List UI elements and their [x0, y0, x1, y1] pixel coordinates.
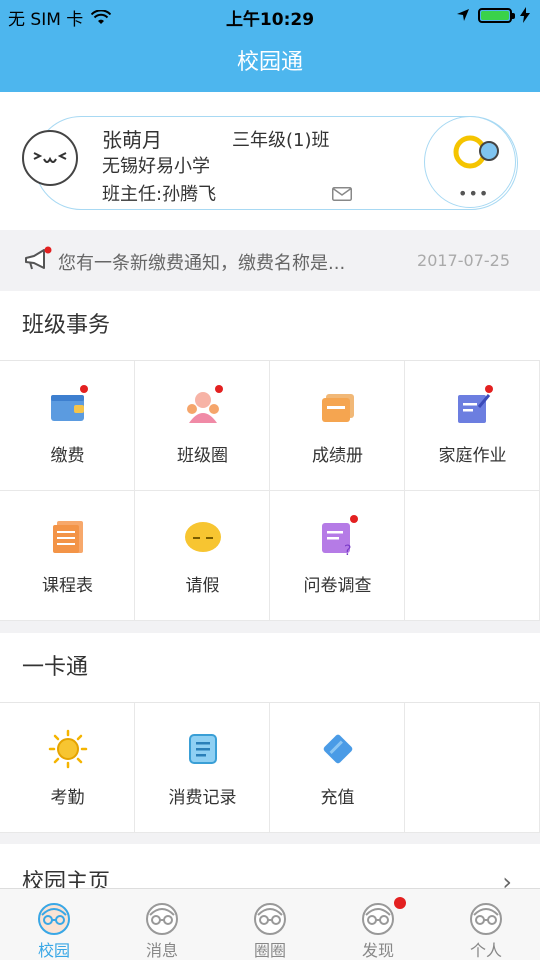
battery-fill: [481, 10, 509, 20]
smiley-face-icon-svg: [33, 152, 67, 163]
class-affairs-item-timetable[interactable]: 课程表: [0, 491, 135, 621]
class-circle-icon: [183, 387, 223, 427]
card-item-consumption-record[interactable]: 消费记录: [135, 703, 270, 833]
card-title: 一卡通: [0, 633, 540, 703]
tab-3[interactable]: 发现: [324, 889, 432, 960]
smiley-face-icon[interactable]: [22, 130, 78, 186]
tab-label: 发现: [361, 941, 394, 960]
card-item-label: 充值: [320, 788, 355, 808]
avatar-face-icon: [144, 901, 180, 937]
head-teacher: 班主任:孙腾飞: [102, 184, 217, 205]
card-section: 一卡通 考勤 消费记录 充值: [0, 633, 540, 833]
notice-date: 2017-07-25: [417, 251, 510, 270]
recharge-card-icon: [318, 729, 358, 769]
profile-card: 张萌月 三年级(1)班 无锡好易小学 班主任:孙腾飞 •••: [0, 92, 540, 230]
status-right: [456, 7, 530, 23]
battery-icon: [478, 7, 515, 23]
tab-bar: 校园 消息 圈圈 发现 个人: [0, 888, 540, 960]
notice-text: 您有一条新缴费通知，缴费名称是...: [58, 253, 346, 274]
student-name: 张萌月: [102, 128, 162, 152]
mail-icon[interactable]: [332, 187, 352, 201]
page-title: 校园通: [236, 50, 303, 75]
tab-label: 校园: [37, 941, 70, 960]
tab-1[interactable]: 消息: [108, 889, 216, 960]
empty-cell: [405, 703, 540, 833]
new-badge: [350, 515, 358, 523]
new-badge: [394, 897, 406, 909]
status-bar: 无 SIM 卡 上午10:29: [0, 0, 540, 30]
svg-text:?: ?: [344, 543, 351, 557]
tab-2[interactable]: 圈圈: [216, 889, 324, 960]
avatar-face-icon: [252, 901, 288, 937]
card-item-attendance-sun[interactable]: 考勤: [0, 703, 135, 833]
leave-icon: [183, 517, 223, 557]
empty-cell: [405, 491, 540, 621]
tab-4[interactable]: 个人: [432, 889, 540, 960]
campus-homepage-row[interactable]: 校园主页 ›: [0, 844, 540, 896]
new-badge: [485, 385, 493, 393]
class-affairs-item-gradebook[interactable]: 成绩册: [270, 361, 405, 491]
avatar-face-icon: [360, 901, 396, 937]
card-grid: 考勤 消费记录 充值: [0, 703, 540, 833]
class-affairs-item-label: 请假: [185, 576, 220, 596]
tab-label: 个人: [469, 941, 502, 960]
class-affairs-item-label: 问卷调查: [303, 576, 372, 596]
school-name: 无锡好易小学: [102, 156, 210, 177]
survey-icon: ?: [318, 517, 358, 559]
attendance-sun-icon: [48, 729, 88, 769]
class-affairs-item-class-circle[interactable]: 班级圈: [135, 361, 270, 491]
location-arrow-icon: [457, 9, 469, 21]
class-affairs-item-label: 课程表: [42, 576, 93, 596]
student-class: 三年级(1)班: [232, 130, 330, 151]
card-item-label: 考勤: [50, 788, 85, 808]
new-badge: [215, 385, 223, 393]
homework-icon: [453, 387, 493, 427]
class-affairs-item-leave[interactable]: 请假: [135, 491, 270, 621]
avatar-face-icon: [36, 901, 72, 937]
class-affairs-item-survey[interactable]: ? 问卷调查: [270, 491, 405, 621]
tab-label: 圈圈: [253, 941, 286, 960]
top-bar: 无 SIM 卡 上午10:29 校园通: [0, 0, 540, 92]
megaphone-icon: [25, 246, 52, 270]
class-affairs-item-label: 成绩册: [312, 446, 363, 466]
card-item-label: 消费记录: [168, 788, 237, 808]
notice-bar[interactable]: 您有一条新缴费通知，缴费名称是... 2017-07-25: [0, 231, 540, 289]
card-item-recharge-card[interactable]: 充值: [270, 703, 405, 833]
class-affairs-section: 班级事务 缴费 班级圈 成绩册 家庭作业 课程表 请假? 问卷调查: [0, 291, 540, 621]
class-affairs-item-homework[interactable]: 家庭作业: [405, 361, 540, 491]
class-affairs-item-label: 家庭作业: [438, 446, 507, 466]
class-affairs-item-label: 班级圈: [177, 446, 228, 466]
tab-label: 消息: [145, 941, 178, 960]
class-affairs-grid: 缴费 班级圈 成绩册 家庭作业 课程表 请假? 问卷调查: [0, 361, 540, 621]
wallet-icon: [48, 387, 88, 427]
new-badge: [80, 385, 88, 393]
class-affairs-item-label: 缴费: [50, 446, 85, 466]
timetable-icon: [48, 517, 88, 557]
class-affairs-title: 班级事务: [0, 291, 540, 361]
more-dots[interactable]: •••: [458, 184, 489, 203]
gradebook-icon: [318, 387, 358, 427]
avatar-face-icon: [468, 901, 504, 937]
class-affairs-item-wallet[interactable]: 缴费: [0, 361, 135, 491]
tab-0[interactable]: 校园: [0, 889, 108, 960]
consumption-record-icon: [183, 729, 223, 769]
charging-bolt-icon: [520, 7, 530, 23]
